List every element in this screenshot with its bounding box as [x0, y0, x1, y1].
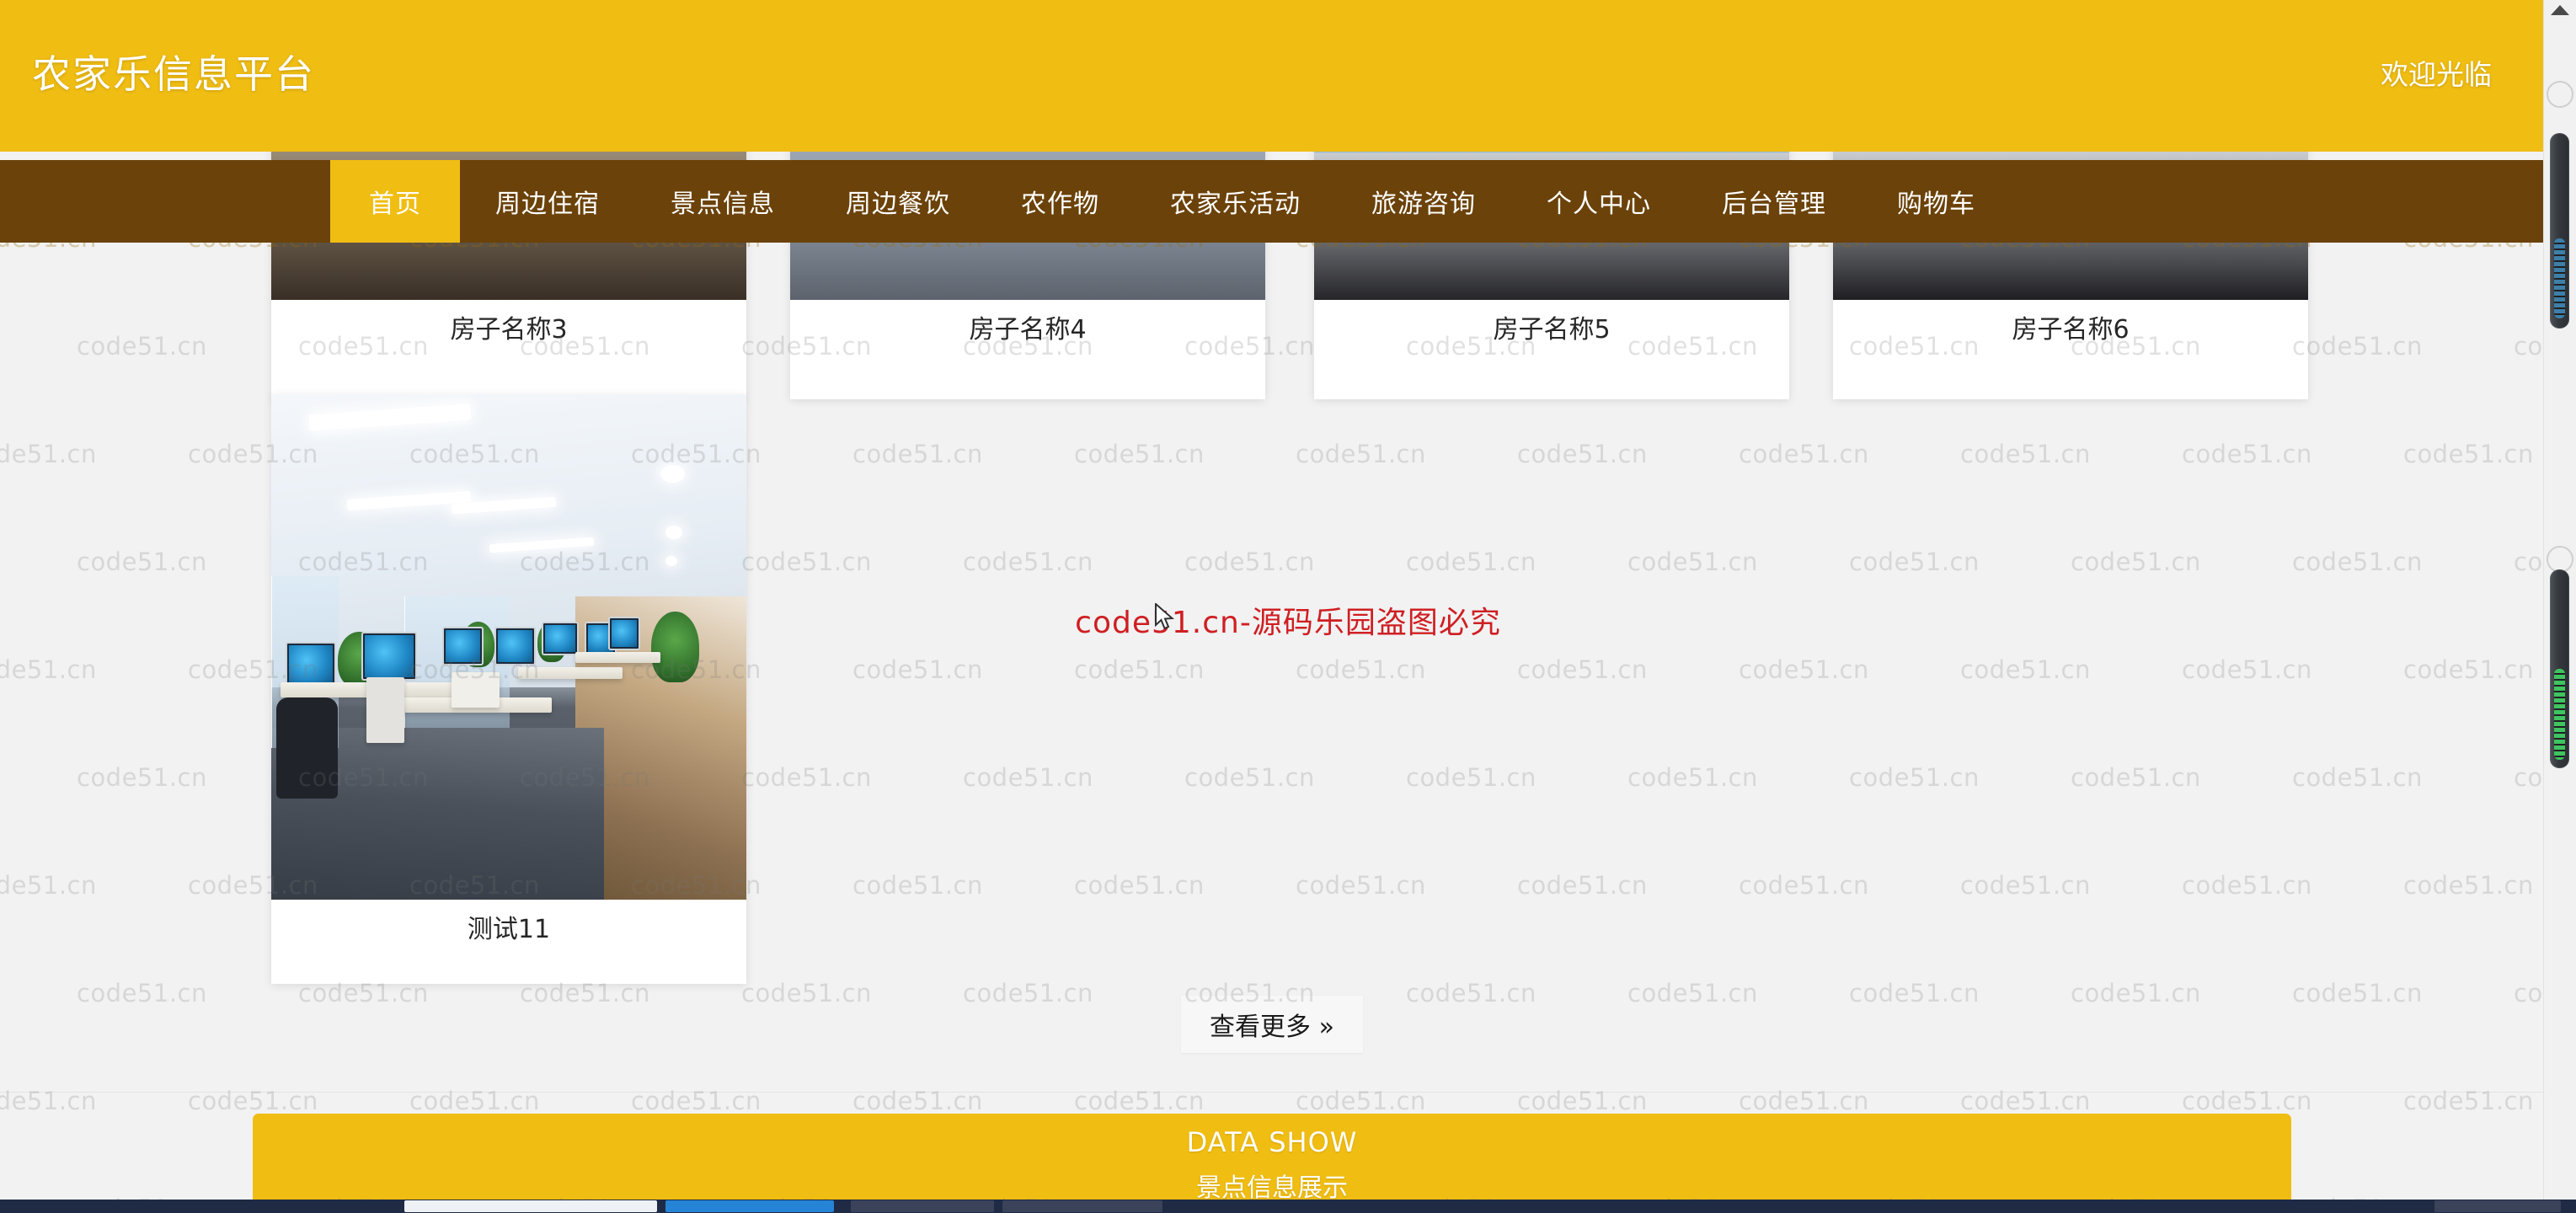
taskbar-window-3[interactable]: [1002, 1200, 1162, 1212]
browser-viewport: 房子名称3 房子名称4 房子名称5 房子名称6 测试11 查看更多 » DATA SH…: [0, 0, 2576, 1213]
card-thumbnail[interactable]: [271, 394, 746, 900]
nav-left-spacer: [0, 160, 330, 243]
scroll-indicator-upper: [2554, 238, 2565, 318]
view-more-button[interactable]: 查看更多 »: [1181, 996, 1363, 1053]
nav-item-7[interactable]: 旅游咨询: [1336, 160, 1511, 243]
card-title: 房子名称6: [1833, 300, 2308, 345]
scroll-circle-mark-icon: [2547, 81, 2573, 108]
nav-item-4[interactable]: 周边餐饮: [810, 160, 986, 243]
data-show-en-title: DATA SHOW: [253, 1126, 2291, 1158]
taskbar-window-active[interactable]: [665, 1200, 834, 1212]
nav-item-2[interactable]: 周边住宿: [460, 160, 635, 243]
main-navigation: 首页周边住宿景点信息周边餐饮农作物农家乐活动旅游咨询个人中心后台管理购物车: [0, 160, 2544, 243]
nav-item-1[interactable]: 首页: [330, 160, 460, 243]
site-brand-title: 农家乐信息平台: [32, 44, 315, 99]
scroll-indicator-lower: [2554, 669, 2565, 760]
card-title: 测试11: [271, 900, 746, 945]
view-more-row: 查看更多 »: [0, 996, 2544, 1053]
nav-item-8[interactable]: 个人中心: [1511, 160, 1686, 243]
site-header: 农家乐信息平台 欢迎光临: [0, 0, 2544, 152]
welcome-text[interactable]: 欢迎光临: [2381, 52, 2492, 93]
nav-item-6[interactable]: 农家乐活动: [1135, 160, 1336, 243]
taskbar-window-1[interactable]: [404, 1200, 657, 1212]
card-item[interactable]: 测试11: [271, 394, 746, 984]
nav-item-5[interactable]: 农作物: [986, 160, 1135, 243]
card-title: 房子名称5: [1314, 300, 1789, 345]
taskbar-tray[interactable]: [2434, 1200, 2561, 1212]
nav-item-3[interactable]: 景点信息: [635, 160, 810, 243]
card-row-2: 测试11: [271, 394, 746, 984]
scrollbar-thumb-upper[interactable]: [2550, 133, 2569, 329]
page-scrollbar[interactable]: [2543, 0, 2576, 1213]
taskbar-window-2[interactable]: [851, 1200, 994, 1212]
scroll-up-arrow-icon[interactable]: [2551, 5, 2569, 15]
nav-item-10[interactable]: 购物车: [1862, 160, 2011, 243]
section-divider: [0, 1092, 2544, 1093]
card-title: 房子名称4: [790, 300, 1265, 345]
nav-item-9[interactable]: 后台管理: [1686, 160, 1862, 243]
data-show-cn-title: 景点信息展示: [253, 1167, 2291, 1201]
os-taskbar[interactable]: [0, 1200, 2576, 1213]
scrollbar-thumb-lower[interactable]: [2550, 569, 2569, 768]
card-title: 房子名称3: [271, 300, 746, 345]
data-show-banner: DATA SHOW 景点信息展示: [253, 1114, 2291, 1201]
